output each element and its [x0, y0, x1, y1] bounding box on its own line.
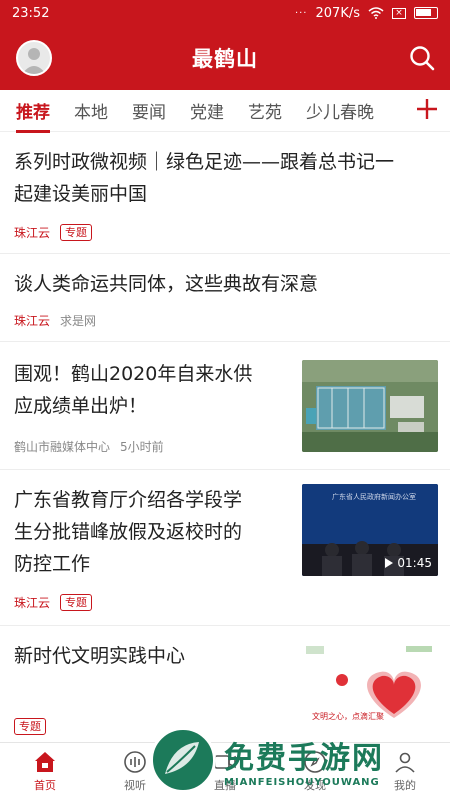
news-title: 围观！鹤山2020年自来水供 应成绩单出炉！	[14, 363, 253, 417]
status-indicators: ··· 207K/s ×	[295, 6, 438, 21]
sim-icon: ×	[392, 7, 406, 19]
notification-dots: ···	[294, 7, 308, 19]
nav-home[interactable]: 首页	[0, 743, 90, 800]
news-thumbnail: 文明之心，点滴汇聚	[302, 640, 438, 732]
topic-tag: 专题	[14, 718, 46, 735]
tab-headlines[interactable]: 要闻	[132, 98, 166, 123]
user-icon	[22, 48, 46, 74]
play-icon	[385, 558, 394, 568]
news-item[interactable]: 围观！鹤山2020年自来水供 应成绩单出炉！ 鹤山市融媒体中心 5小时前	[0, 342, 450, 470]
search-icon[interactable]	[408, 44, 436, 72]
news-item[interactable]: 谈人类命运共同体，这些典故有深意 珠江云 求是网	[0, 254, 450, 342]
news-item[interactable]: 广东省教育厅介绍各学段学 生分批错峰放假及返校时的 防控工作 珠江云 专题 广东…	[0, 470, 450, 626]
audio-icon	[124, 751, 146, 773]
news-title: 谈人类命运共同体，这些典故有深意	[14, 273, 319, 295]
news-meta: 珠江云 求是网	[14, 312, 96, 329]
news-source-secondary: 求是网	[60, 314, 97, 328]
watermark-text: 免费手游网 MIANFEISHOUYOUWANG	[224, 733, 384, 788]
news-title: 新时代文明实践中心	[14, 645, 186, 667]
battery-icon	[414, 7, 438, 19]
watermark-sub: MIANFEISHOUYOUWANG	[224, 776, 380, 788]
status-time: 23:52	[12, 5, 50, 21]
water-plant-image	[302, 360, 438, 452]
leaf-icon	[165, 742, 199, 774]
app-title: 最鹤山	[192, 47, 258, 71]
site-watermark: 免费手游网 MIANFEISHOUYOUWANG	[150, 720, 450, 800]
tab-local[interactable]: 本地	[74, 98, 108, 123]
news-source: 珠江云	[14, 226, 51, 240]
add-channel-icon[interactable]	[414, 96, 440, 122]
news-meta: 珠江云 专题	[14, 594, 93, 611]
tab-recommend[interactable]: 推荐	[16, 98, 50, 133]
news-source: 鹤山市融媒体中心	[14, 440, 111, 454]
news-meta: 鹤山市融媒体中心 5小时前	[14, 438, 164, 455]
tab-kids-gala[interactable]: 少儿春晚	[306, 98, 374, 123]
home-icon	[35, 752, 55, 772]
status-bar: 23:52 ··· 207K/s ×	[0, 0, 450, 26]
video-duration: 01:45	[385, 556, 432, 570]
topic-tag: 专题	[60, 594, 93, 611]
news-source: 珠江云	[14, 596, 51, 610]
topic-tag: 专题	[60, 224, 93, 241]
app-header: 最鹤山	[0, 26, 450, 90]
thumb-caption: 广东省人民政府新闻办公室	[332, 493, 416, 501]
video-thumbnail[interactable]: 广东省人民政府新闻办公室 01:45	[302, 484, 438, 576]
news-item[interactable]: 系列时政微视频｜绿色足迹——跟着总书记一 起建设美丽中国 珠江云 专题	[0, 132, 450, 254]
watermark-logo	[150, 727, 216, 793]
avatar[interactable]	[16, 40, 52, 76]
news-meta: 珠江云 专题	[14, 224, 93, 241]
watermark-main: 免费手游网	[224, 740, 384, 776]
news-meta: 专题	[14, 718, 46, 735]
news-thumbnail	[302, 360, 438, 452]
news-time: 5小时前	[120, 440, 164, 454]
wifi-icon	[368, 7, 384, 19]
network-speed: 207K/s	[315, 5, 361, 21]
news-title: 广东省教育厅介绍各学段学 生分批错峰放假及返校时的 防控工作	[14, 489, 243, 575]
channel-tabs: 推荐 本地 要闻 党建 艺苑 少儿春晚	[0, 90, 450, 133]
tab-arts[interactable]: 艺苑	[248, 98, 282, 123]
news-title: 系列时政微视频｜绿色足迹——跟着总书记一 起建设美丽中国	[14, 151, 395, 205]
tab-party[interactable]: 党建	[190, 98, 224, 123]
news-source: 珠江云	[14, 314, 51, 328]
